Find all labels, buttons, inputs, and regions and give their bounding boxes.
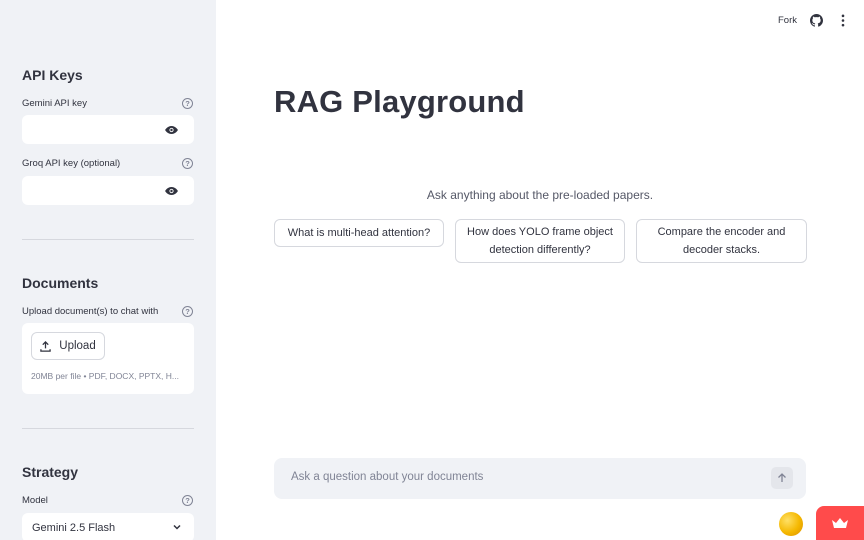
model-label: Model bbox=[22, 495, 48, 506]
gemini-api-key-label: Gemini API key bbox=[22, 98, 87, 109]
upload-icon bbox=[40, 340, 51, 352]
more-vertical-icon[interactable] bbox=[841, 14, 845, 27]
upload-button[interactable]: Upload bbox=[31, 332, 105, 360]
documents-heading: Documents bbox=[22, 275, 99, 291]
status-orb-icon[interactable] bbox=[779, 512, 803, 536]
help-icon[interactable]: ? bbox=[182, 98, 193, 109]
chat-input[interactable]: Ask a question about your documents bbox=[291, 471, 483, 483]
strategy-heading: Strategy bbox=[22, 464, 79, 480]
groq-api-key-input[interactable] bbox=[22, 176, 194, 205]
groq-api-key-label: Groq API key (optional) bbox=[22, 158, 121, 169]
divider bbox=[22, 428, 194, 429]
model-select-value: Gemini 2.5 Flash bbox=[32, 521, 116, 534]
upload-hint: 20MB per file • PDF, DOCX, PPTX, H... bbox=[31, 371, 179, 381]
eye-icon[interactable] bbox=[165, 125, 178, 134]
send-button[interactable] bbox=[771, 467, 793, 489]
page-subtitle: Ask anything about the pre-loaded papers… bbox=[426, 188, 654, 202]
chevron-down-icon bbox=[173, 524, 181, 530]
divider bbox=[22, 239, 194, 240]
page-title: RAG Playground bbox=[274, 84, 525, 119]
gemini-api-key-input[interactable] bbox=[22, 115, 194, 144]
suggestion-button[interactable]: How does YOLO frame object detection dif… bbox=[455, 219, 625, 263]
help-icon[interactable]: ? bbox=[182, 495, 193, 506]
api-keys-heading: API Keys bbox=[22, 67, 83, 83]
sidebar: API Keys Gemini API key ? Groq API key (… bbox=[0, 0, 216, 540]
model-select[interactable]: Gemini 2.5 Flash bbox=[22, 513, 194, 540]
chat-input-bar[interactable]: Ask a question about your documents bbox=[274, 458, 806, 499]
help-icon[interactable]: ? bbox=[182, 158, 193, 169]
suggestion-button[interactable]: What is multi-head attention? bbox=[274, 219, 444, 247]
upload-label: Upload document(s) to chat with bbox=[22, 306, 159, 317]
upload-button-label: Upload bbox=[59, 340, 96, 352]
suggestion-button[interactable]: Compare the encoder and decoder stacks. bbox=[636, 219, 807, 263]
fork-link[interactable]: Fork bbox=[778, 15, 797, 26]
crown-icon bbox=[832, 518, 848, 528]
eye-icon[interactable] bbox=[165, 186, 178, 195]
help-icon[interactable]: ? bbox=[182, 306, 193, 317]
github-icon[interactable] bbox=[810, 14, 823, 27]
file-uploader[interactable]: Upload 20MB per file • PDF, DOCX, PPTX, … bbox=[22, 323, 194, 394]
deploy-badge[interactable] bbox=[816, 506, 864, 540]
arrow-up-icon bbox=[778, 473, 786, 482]
